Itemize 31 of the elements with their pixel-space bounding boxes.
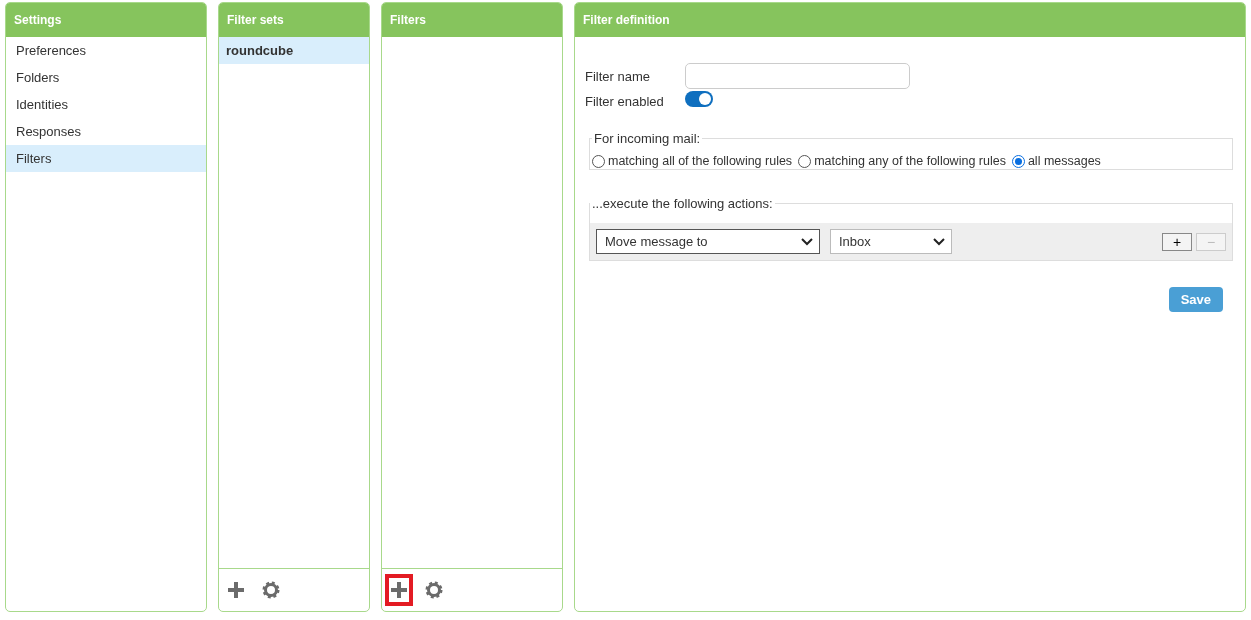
settings-icon [425,581,443,599]
field-label: Filter name [585,68,652,84]
settings-menu-item[interactable]: Responses [6,118,206,145]
settings-button[interactable] [423,579,445,601]
settings-button[interactable] [260,579,282,601]
filter-name-field[interactable] [685,63,910,89]
settings-menu-item[interactable]: Filters [6,145,206,172]
settings-icon [262,581,280,599]
field-label: Filter enabled [585,94,665,109]
panel-header: Filter sets [219,3,369,37]
panel-header: Settings [6,3,206,37]
panel-header: Filter definition [575,3,1245,37]
chevron-down-icon [801,237,813,246]
match-radio-option[interactable]: matching all of the following rules [592,154,793,168]
section-legend: ...execute the following actions: [590,196,775,211]
plus-icon [228,582,244,598]
enabled-toggle[interactable] [685,90,713,107]
filter-set-item[interactable]: roundcube [219,37,369,64]
plus-icon [391,582,407,598]
panel-header: Filters [382,3,562,37]
settings-menu-item[interactable]: Folders [6,64,206,91]
settings-menu-item[interactable]: Preferences [6,37,206,64]
folder-dropdown[interactable]: Inbox [830,229,952,254]
chevron-down-icon [933,237,945,246]
add-action-button[interactable]: + [1162,232,1192,251]
match-radio-option[interactable]: matching any of the following rules [798,154,1006,168]
settings-menu-item[interactable]: Identities [6,91,206,118]
match-radio-option[interactable]: all messages [1011,154,1101,168]
section-legend: For incoming mail: [592,131,703,146]
add-button[interactable] [226,580,246,600]
action-type-dropdown[interactable]: Move message to [596,229,820,254]
